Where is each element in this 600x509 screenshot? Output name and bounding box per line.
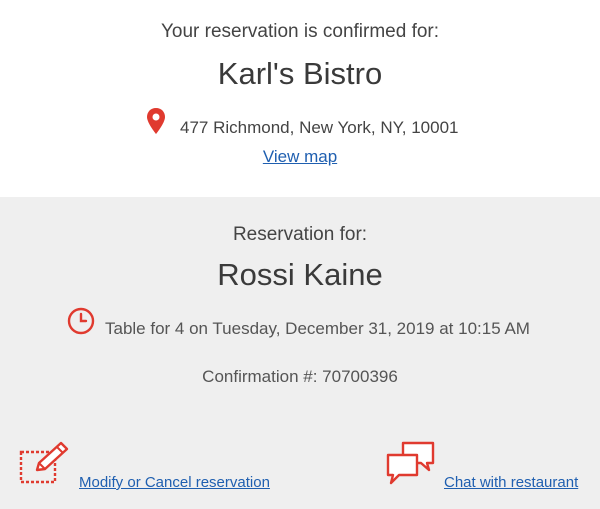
restaurant-section: Your reservation is confirmed for: Karl'… (0, 0, 600, 197)
chat-bubbles-icon[interactable] (385, 440, 437, 486)
table-details: Table for 4 on Tuesday, December 31, 201… (105, 319, 530, 338)
view-map-link[interactable]: View map (0, 147, 600, 167)
confirmation-number: Confirmation #: 70700396 (202, 367, 398, 386)
restaurant-address: 477 Richmond, New York, NY, 10001 (180, 118, 459, 137)
modify-cancel-link[interactable]: Modify or Cancel reservation (79, 474, 270, 491)
address-row: 477 Richmond, New York, NY, 10001 (0, 106, 600, 137)
chat-with-restaurant-link[interactable]: Chat with restaurant (444, 474, 578, 491)
map-pin-icon (147, 108, 165, 134)
reservation-section: Reservation for: Rossi Kaine Table for 4… (0, 197, 600, 509)
restaurant-name: Karl's Bistro (217, 56, 383, 91)
edit-icon[interactable] (19, 440, 71, 484)
reservation-label: Reservation for: (232, 224, 368, 245)
guest-name: Rossi Kaine (217, 257, 383, 292)
clock-icon (67, 307, 95, 335)
confirmed-label: Your reservation is confirmed for: (160, 21, 440, 42)
reservation-confirmation-page: Your reservation is confirmed for: Karl'… (0, 0, 600, 509)
